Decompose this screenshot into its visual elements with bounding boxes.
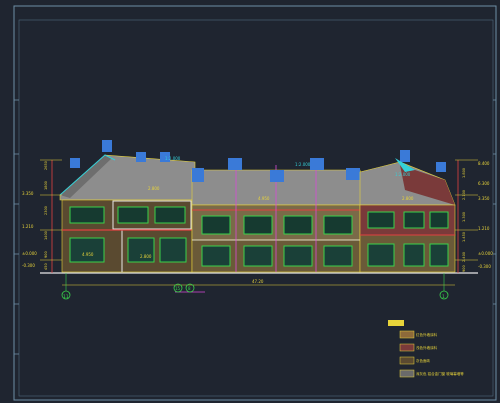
level-right-4: 1.210	[478, 226, 490, 231]
roof-note-3: 1:2.000	[395, 172, 411, 177]
dim-right-3: 1.300	[462, 212, 466, 222]
elevation-drawing: 3.350 1.210 ±0.000 -0.300 8.400 6.300 3.…	[13, 5, 497, 401]
level-left-1: 3.350	[22, 191, 34, 196]
legend-item-2: 浅色外墙涂料	[416, 345, 437, 350]
floor-note-2: 4.950	[258, 196, 270, 201]
level-right-3: 3.350	[478, 196, 490, 201]
axis-bubble-left-label: 11	[63, 294, 69, 300]
dim-left-5: 900	[44, 251, 48, 258]
legend	[388, 320, 415, 378]
dim-left-6: 450	[44, 263, 48, 270]
left-ruler	[14, 99, 19, 355]
floor-note-3: 2.800	[402, 196, 414, 201]
legend-item-4: 深灰色 铝合金门窗 玻璃幕墙等	[416, 371, 464, 376]
floor-note-4: 4.950	[82, 252, 94, 257]
level-right-1: 8.400	[478, 161, 490, 166]
axis-bubble-mid-a-label: 15	[175, 286, 181, 291]
dim-right-4: 1.450	[462, 232, 466, 242]
dim-right-6: 900	[462, 265, 466, 272]
axis-bubble-mid-b-label: 8	[188, 286, 191, 291]
floor-note-1: 2.800	[148, 186, 160, 191]
legend-item-1: 红色外墙涂料	[416, 332, 437, 337]
level-right-5: ±0.000	[478, 251, 493, 256]
dim-left-2: 1800	[44, 181, 48, 190]
dim-right-1: 1.800	[462, 168, 466, 178]
floor-note-5: 2.800	[140, 254, 152, 259]
center-block	[191, 158, 366, 273]
level-left-4: -0.300	[22, 263, 35, 268]
axis-bubble-right-label: 1	[442, 294, 445, 300]
right-block	[359, 150, 456, 273]
level-left-3: ±0.000	[22, 251, 37, 256]
level-right-2: 6.300	[478, 181, 490, 186]
legend-item-3: 灰色面砖	[416, 358, 430, 363]
total-dimension: 47.20	[252, 279, 264, 284]
roof-note-1: 1:2.000	[165, 156, 181, 161]
level-right-6: -0.300	[478, 264, 491, 269]
dim-right-5: 2.400	[462, 252, 466, 262]
dim-left-4: 1400	[44, 231, 48, 240]
dim-left-1: 2650	[44, 161, 48, 170]
level-left-2: 1.210	[22, 224, 34, 229]
dim-left-3: 2300	[44, 206, 48, 215]
dim-right-2: 2.100	[462, 190, 466, 200]
roof-note-2: 1:2.000	[295, 162, 311, 167]
